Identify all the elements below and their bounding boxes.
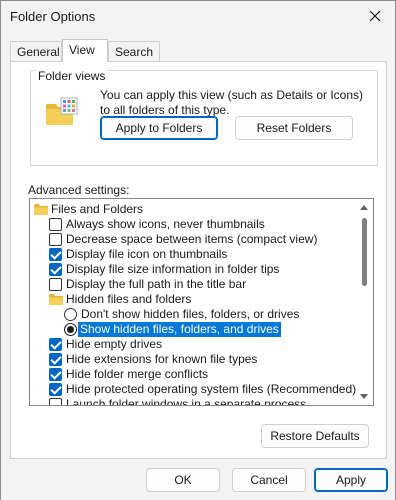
folder-views-description: You can apply this view (such as Details… <box>100 88 364 117</box>
settings-row-label: Hide extensions for known file types <box>66 352 258 366</box>
settings-row[interactable]: Show hidden files, folders, and drives <box>30 322 356 337</box>
settings-row[interactable]: Hide empty drives <box>30 337 356 352</box>
settings-row[interactable]: Hide protected operating system files (R… <box>30 382 356 397</box>
folder-icon <box>49 294 63 305</box>
checkbox[interactable] <box>49 263 62 276</box>
window-title: Folder Options <box>10 9 96 24</box>
settings-row-label: Show hidden files, folders, and drives <box>78 322 281 337</box>
settings-row[interactable]: Launch folder windows in a separate proc… <box>30 397 356 406</box>
folder-views-icon <box>46 97 78 125</box>
radio-button[interactable] <box>64 323 77 336</box>
radio-button[interactable] <box>64 308 77 321</box>
folder-icon <box>34 204 48 215</box>
view-tab-panel: Folder views You can apply this view (su… <box>10 61 387 459</box>
advanced-settings-tree[interactable]: Files and Folders Always show icons, neve… <box>29 198 374 406</box>
cancel-button[interactable]: Cancel <box>232 468 306 492</box>
settings-row[interactable]: Decrease space between items (compact vi… <box>30 232 356 247</box>
ok-button[interactable]: OK <box>146 468 220 492</box>
scroll-down-icon[interactable] <box>360 394 368 399</box>
scroll-up-icon[interactable] <box>360 205 368 210</box>
settings-row-label: Hide folder merge conflicts <box>66 367 209 381</box>
restore-defaults-button[interactable]: Restore Defaults <box>261 424 369 448</box>
scrollbar-thumb[interactable] <box>362 218 367 286</box>
checkbox[interactable] <box>49 338 62 351</box>
settings-row-label: Decrease space between items (compact vi… <box>66 232 318 246</box>
settings-row[interactable]: Hide folder merge conflicts <box>30 367 356 382</box>
folder-options-dialog: Folder Options General View Search Folde… <box>0 0 396 500</box>
settings-row-label: Don't show hidden files, folders, or dri… <box>81 307 300 321</box>
settings-row[interactable]: Don't show hidden files, folders, or dri… <box>30 307 356 322</box>
settings-row-label: Always show icons, never thumbnails <box>66 217 265 231</box>
settings-row-label: Hide empty drives <box>66 337 163 351</box>
settings-row[interactable]: Always show icons, never thumbnails <box>30 217 356 232</box>
settings-row-label: Display file size information in folder … <box>66 262 280 276</box>
settings-row-label: Hide protected operating system files (R… <box>66 382 357 396</box>
checkbox[interactable] <box>49 233 62 246</box>
checkbox[interactable] <box>49 368 62 381</box>
vertical-scrollbar[interactable] <box>356 199 373 405</box>
checkbox[interactable] <box>49 218 62 231</box>
settings-row[interactable]: Hide extensions for known file types <box>30 352 356 367</box>
settings-row-label: Display the full path in the title bar <box>66 277 247 291</box>
settings-row[interactable]: Display file icon on thumbnails <box>30 247 356 262</box>
settings-row-label: Display file icon on thumbnails <box>66 247 228 261</box>
folder-views-label: Folder views <box>36 69 108 83</box>
checkbox[interactable] <box>49 353 62 366</box>
apply-to-folders-button[interactable]: Apply to Folders <box>100 116 218 140</box>
settings-row[interactable]: Display the full path in the title bar <box>30 277 356 292</box>
tab-general[interactable]: General <box>10 41 62 61</box>
settings-row: Files and Folders <box>30 202 356 217</box>
close-icon <box>369 10 381 22</box>
checkbox[interactable] <box>49 398 62 405</box>
settings-row[interactable]: Display file size information in folder … <box>30 262 356 277</box>
tab-view[interactable]: View <box>62 39 108 62</box>
settings-row: Hidden files and folders <box>30 292 356 307</box>
settings-row-label: Launch folder windows in a separate proc… <box>66 397 307 406</box>
reset-folders-button[interactable]: Reset Folders <box>235 116 353 140</box>
settings-row-label: Hidden files and folders <box>66 292 192 306</box>
close-button[interactable] <box>355 1 395 31</box>
dialog-footer: OK Cancel Apply <box>1 460 395 500</box>
tab-search[interactable]: Search <box>108 41 160 61</box>
folder-views-group: Folder views You can apply this view (su… <box>30 69 378 166</box>
apply-button[interactable]: Apply <box>314 468 388 492</box>
advanced-settings-label: Advanced settings: <box>28 183 130 197</box>
settings-row-label: Files and Folders <box>51 202 144 216</box>
checkbox[interactable] <box>49 248 62 261</box>
checkbox[interactable] <box>49 383 62 396</box>
title-bar: Folder Options <box>1 1 395 33</box>
checkbox[interactable] <box>49 278 62 291</box>
